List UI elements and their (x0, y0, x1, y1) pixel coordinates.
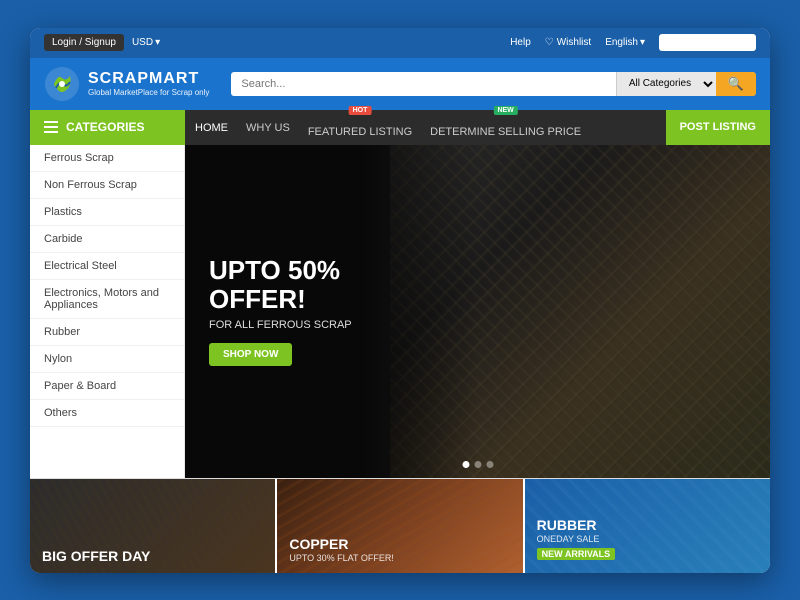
hot-badge: HOT (349, 106, 372, 115)
banner-copper[interactable]: COPPER UPTO 30% FLAT OFFER! (277, 479, 524, 573)
search-button[interactable]: 🔍 (716, 72, 756, 96)
logo-text: SCRAPMART Global MarketPlace for Scrap o… (88, 70, 209, 97)
hero-dot-2[interactable] (474, 461, 481, 468)
language-selector[interactable]: English ▾ (605, 37, 645, 48)
sidebar-item-electronics[interactable]: Electronics, Motors and Appliances (30, 280, 184, 319)
new-badge: NEW (493, 106, 517, 115)
sidebar-item-ferrous[interactable]: Ferrous Scrap (30, 145, 184, 172)
banner-rubber[interactable]: RUBBER ONEDAY SALE NEW ARRIVALS (525, 479, 770, 573)
help-link[interactable]: Help (510, 37, 531, 48)
category-select[interactable]: All Categories (616, 72, 716, 96)
hero-subtitle: FOR ALL FERROUS SCRAP (209, 319, 352, 331)
currency-selector[interactable]: USD ▾ (132, 37, 160, 48)
header: SCRAPMART Global MarketPlace for Scrap o… (30, 58, 770, 110)
sidebar: Ferrous Scrap Non Ferrous Scrap Plastics… (30, 145, 185, 478)
nav-links: HOME WHY US HOT FEATURED LISTING NEW DET… (185, 116, 666, 138)
nav-featured[interactable]: HOT FEATURED LISTING (308, 116, 412, 138)
heart-icon: ♡ (545, 37, 554, 48)
banner-content-2: COPPER UPTO 30% FLAT OFFER! (289, 537, 394, 563)
sidebar-item-nylon[interactable]: Nylon (30, 346, 184, 373)
sidebar-item-nonferrous[interactable]: Non Ferrous Scrap (30, 172, 184, 199)
hamburger-icon (44, 121, 58, 133)
browser-window: Login / Signup USD ▾ Help ♡ Wishlist Eng… (30, 28, 770, 573)
post-listing-button[interactable]: POST LISTING (666, 110, 770, 145)
hero-banner: UPTO 50% OFFER! FOR ALL FERROUS SCRAP SH… (185, 145, 770, 478)
main-content: Ferrous Scrap Non Ferrous Scrap Plastics… (30, 145, 770, 478)
hero-content: UPTO 50% OFFER! FOR ALL FERROUS SCRAP SH… (185, 226, 376, 395)
search-bar: All Categories 🔍 (231, 72, 756, 96)
banner-big-offer[interactable]: BIG OFFER DAY (30, 479, 277, 573)
sidebar-item-paper[interactable]: Paper & Board (30, 373, 184, 400)
logo[interactable]: SCRAPMART Global MarketPlace for Scrap o… (44, 66, 209, 102)
wishlist-link[interactable]: ♡ Wishlist (545, 37, 591, 48)
hero-background: UPTO 50% OFFER! FOR ALL FERROUS SCRAP SH… (185, 145, 770, 478)
hero-dots (462, 461, 493, 468)
sidebar-item-electrical-steel[interactable]: Electrical Steel (30, 253, 184, 280)
logo-icon (44, 66, 80, 102)
sidebar-item-others[interactable]: Others (30, 400, 184, 427)
nav-home[interactable]: HOME (195, 120, 228, 134)
search-input[interactable] (231, 72, 615, 96)
categories-tab[interactable]: CATEGORIES (30, 110, 185, 145)
sidebar-item-rubber[interactable]: Rubber (30, 319, 184, 346)
shop-now-button[interactable]: SHOP NOW (209, 343, 292, 366)
download-app-button[interactable]: DOWNLOAD APP (659, 34, 756, 51)
search-icon: 🔍 (728, 76, 744, 91)
new-arrivals-badge: NEW ARRIVALS (537, 548, 616, 560)
hero-dot-3[interactable] (486, 461, 493, 468)
sidebar-item-plastics[interactable]: Plastics (30, 199, 184, 226)
bottom-banners: BIG OFFER DAY COPPER UPTO 30% FLAT OFFER… (30, 478, 770, 573)
sidebar-item-carbide[interactable]: Carbide (30, 226, 184, 253)
topbar: Login / Signup USD ▾ Help ♡ Wishlist Eng… (30, 28, 770, 58)
hero-offer-text: UPTO 50% OFFER! (209, 256, 352, 313)
hero-dot-1[interactable] (462, 461, 469, 468)
banner-content-3: RUBBER ONEDAY SALE NEW ARRIVALS (537, 518, 616, 563)
nav-selling-price[interactable]: NEW DETERMINE SELLING PRICE (430, 116, 581, 138)
nav-why-us[interactable]: WHY US (246, 120, 290, 134)
banner-content-1: BIG OFFER DAY (42, 549, 150, 563)
login-button[interactable]: Login / Signup (44, 34, 124, 51)
navbar: CATEGORIES HOME WHY US HOT FEATURED LIST… (30, 110, 770, 145)
